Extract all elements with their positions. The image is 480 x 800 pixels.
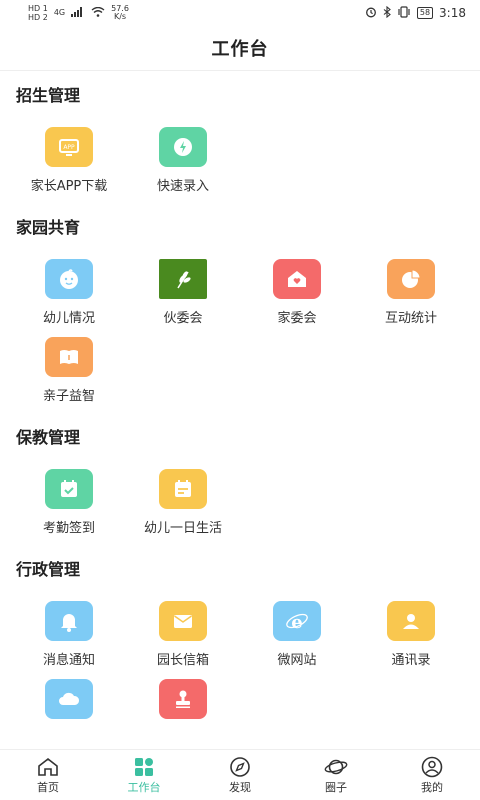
page-header: 工作台	[0, 26, 480, 71]
item-label: 幼儿情况	[42, 311, 95, 326]
app-download-button[interactable]: APP 家长APP下载	[12, 121, 126, 199]
interaction-stats-button[interactable]: 互动统计	[354, 253, 468, 331]
contacts-button[interactable]: 通讯录	[354, 595, 468, 673]
stamp-icon	[159, 679, 207, 719]
calendar-check-icon	[45, 469, 93, 509]
workbench-icon	[135, 758, 153, 776]
item-label: 通讯录	[391, 653, 431, 668]
daily-life-button[interactable]: 幼儿一日生活	[126, 463, 240, 541]
attendance-button[interactable]: 考勤签到	[12, 463, 126, 541]
ie-icon: e	[273, 601, 321, 641]
section-title: 招生管理	[16, 86, 81, 105]
schedule-icon	[159, 469, 207, 509]
tab-mine[interactable]: 我的	[384, 750, 480, 800]
vibrate-icon	[397, 5, 411, 21]
signal-icon	[71, 7, 85, 19]
principal-mailbox-button[interactable]: 园长信箱	[126, 595, 240, 673]
wifi-icon	[91, 6, 105, 19]
planet-icon	[324, 759, 348, 775]
item-label: 园长信箱	[156, 653, 209, 668]
section-title: 行政管理	[16, 560, 81, 579]
battery-indicator: 58	[416, 7, 434, 19]
function-grid: APP 家长APP下载 快速录入	[0, 121, 480, 199]
function-grid: 幼儿情况 伙委会 家委会 互动统计 亲子益智	[0, 253, 480, 409]
item-label: 家委会	[277, 311, 317, 326]
stamp-button[interactable]	[126, 673, 240, 750]
status-right: 58 3:18	[365, 5, 466, 21]
tab-circle[interactable]: 圈子	[288, 750, 384, 800]
mail-icon	[159, 601, 207, 641]
section-title: 保教管理	[16, 428, 81, 447]
workbench-content[interactable]: 招生管理 APP 家长APP下载 快速录入 家园共育 幼儿情况 伙委会 家委会 …	[0, 71, 480, 750]
alarm-icon	[365, 6, 377, 21]
hd1-indicator: HD 1	[28, 3, 48, 13]
function-grid: 消息通知 园长信箱 e 微网站 通讯录	[0, 595, 480, 750]
tab-workbench[interactable]: 工作台	[96, 750, 192, 800]
tab-label: 我的	[421, 781, 443, 794]
item-label: 幼儿一日生活	[143, 521, 222, 536]
cloud-button[interactable]	[12, 673, 126, 750]
meal-committee-button[interactable]: 伙委会	[126, 253, 240, 331]
section-home-school: 家园共育 幼儿情况 伙委会 家委会 互动统计 亲子益智	[0, 203, 480, 409]
item-label: 考勤签到	[42, 521, 95, 536]
speed-unit: K/s	[113, 12, 127, 21]
item-label: 微网站	[277, 653, 317, 668]
section-administration: 行政管理 消息通知 园长信箱 e 微网站 通讯录	[0, 545, 480, 750]
page-title: 工作台	[211, 39, 269, 60]
child-status-button[interactable]: 幼儿情况	[12, 253, 126, 331]
item-label: 互动统计	[384, 311, 437, 326]
section-enrollment: 招生管理 APP 家长APP下载 快速录入	[0, 71, 480, 199]
clock: 3:18	[439, 6, 466, 20]
section-title: 家园共育	[16, 218, 81, 237]
bottom-tab-bar: 首页 工作台 发现 圈子 我的	[0, 749, 480, 800]
status-bar: HD 1 HD 2 4G 57.6 K/s 58 3:18	[0, 0, 480, 26]
tab-label: 首页	[37, 781, 59, 794]
status-left: HD 1 HD 2 4G 57.6 K/s	[28, 3, 129, 22]
tab-label: 发现	[229, 781, 251, 794]
app-download-icon: APP	[45, 127, 93, 167]
tab-label: 工作台	[127, 781, 161, 794]
signal-label: 4G	[53, 8, 66, 17]
tab-home[interactable]: 首页	[0, 750, 96, 800]
item-label: 家长APP下载	[30, 179, 108, 194]
parent-committee-button[interactable]: 家委会	[240, 253, 354, 331]
micro-site-button[interactable]: e 微网站	[240, 595, 354, 673]
child-face-icon	[45, 259, 93, 299]
notification-button[interactable]: 消息通知	[12, 595, 126, 673]
section-care-education: 保教管理 考勤签到 幼儿一日生活	[0, 413, 480, 541]
quick-entry-button[interactable]: 快速录入	[126, 121, 240, 199]
item-label: 消息通知	[42, 653, 95, 668]
quick-entry-icon	[159, 127, 207, 167]
compass-icon	[230, 757, 250, 777]
tab-discover[interactable]: 发现	[192, 750, 288, 800]
bluetooth-icon	[383, 5, 391, 21]
item-label: 亲子益智	[42, 389, 95, 404]
tab-label: 圈子	[325, 781, 347, 794]
book-icon	[45, 337, 93, 377]
user-icon	[421, 756, 443, 778]
parent-child-button[interactable]: 亲子益智	[12, 331, 126, 409]
hd2-indicator: HD 2	[28, 12, 48, 22]
bell-icon	[45, 601, 93, 641]
contacts-icon	[387, 601, 435, 641]
item-label: 快速录入	[156, 179, 209, 194]
item-label: 伙委会	[163, 311, 203, 326]
wheat-icon	[159, 259, 207, 299]
net-speed: 57.6 K/s	[111, 5, 129, 21]
home-heart-icon	[273, 259, 321, 299]
pie-chart-icon	[387, 259, 435, 299]
home-icon	[38, 757, 58, 776]
function-grid: 考勤签到 幼儿一日生活	[0, 463, 480, 541]
svg-text:APP: APP	[63, 144, 75, 151]
cloud-icon	[45, 679, 93, 719]
